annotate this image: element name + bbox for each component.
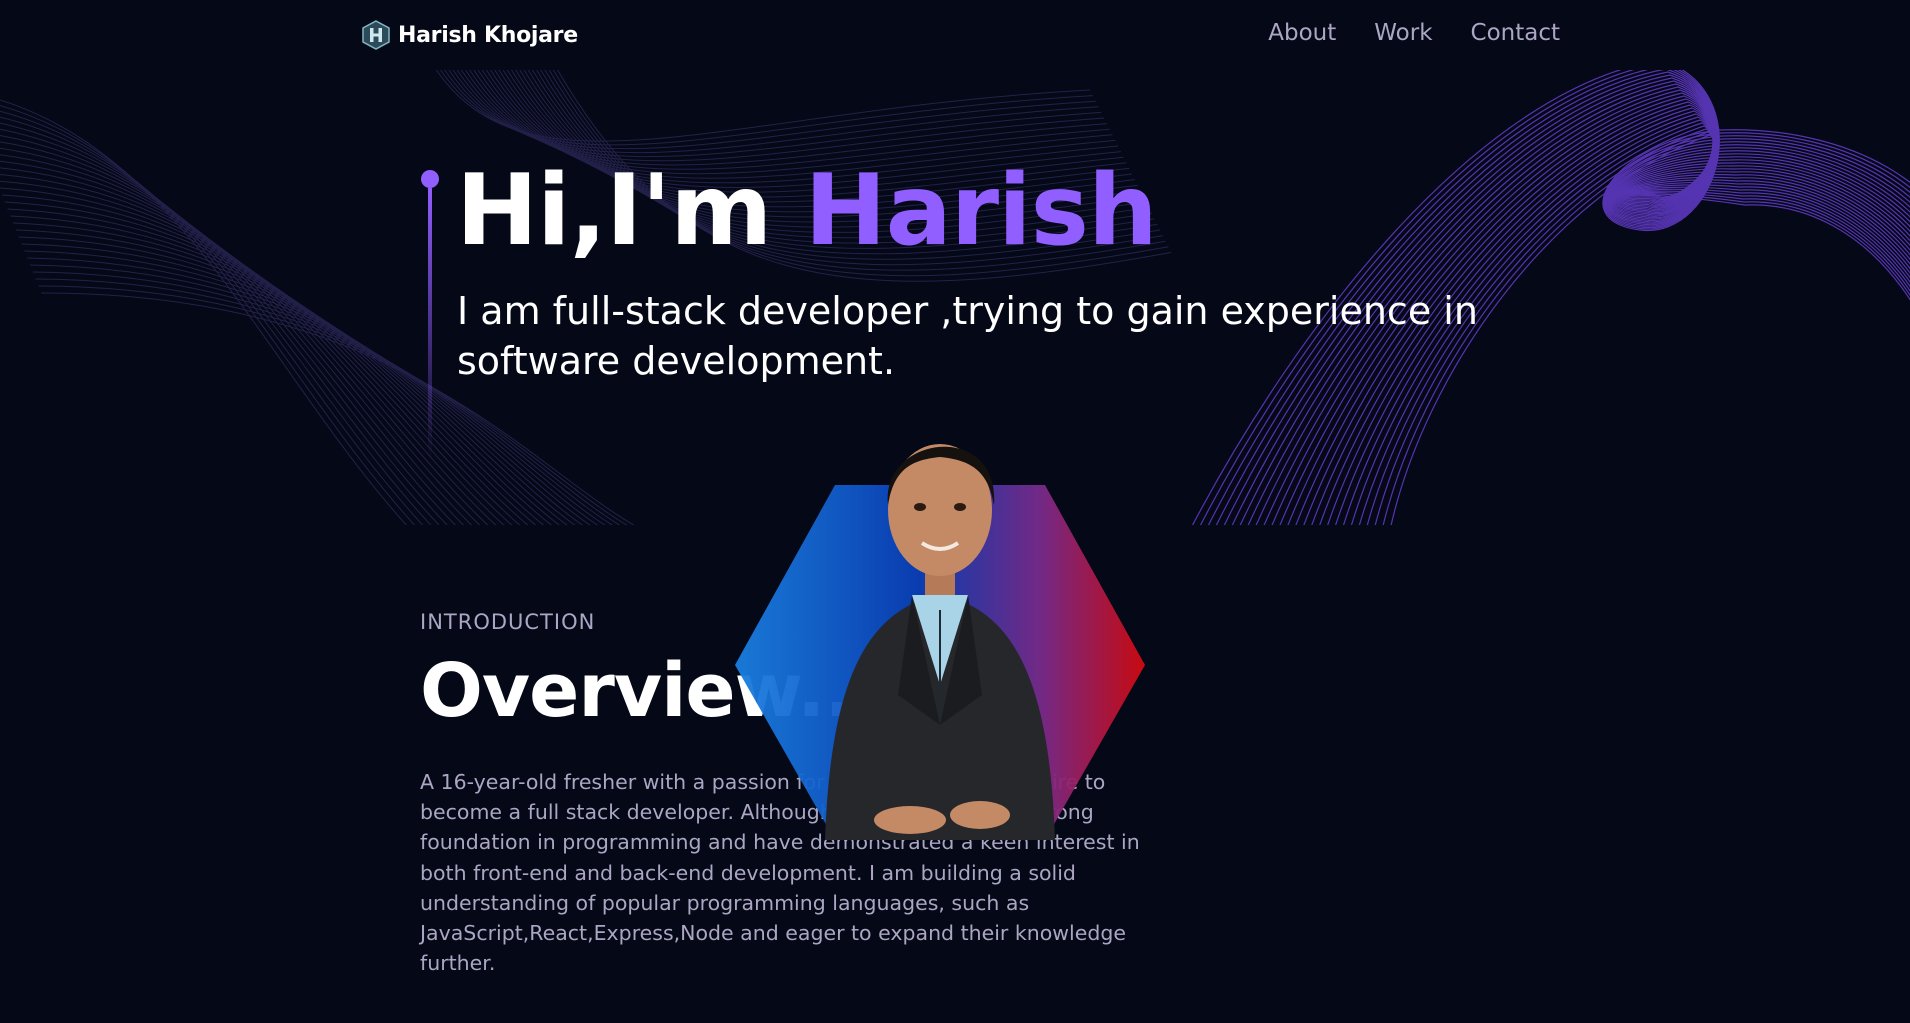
accent-dot xyxy=(421,170,439,188)
hero-title: Hi,I'm Harish xyxy=(456,154,1158,268)
navbar: Harish Khojare About Work Contact xyxy=(0,0,1910,70)
brand-link[interactable]: Harish Khojare xyxy=(362,20,578,50)
brand-name: Harish Khojare xyxy=(398,22,578,48)
nav-link-contact[interactable]: Contact xyxy=(1471,20,1560,46)
hero-title-name: Harish xyxy=(804,154,1158,268)
nav-link-about[interactable]: About xyxy=(1268,20,1336,46)
nav-link-work[interactable]: Work xyxy=(1374,20,1432,46)
section-label: INTRODUCTION xyxy=(420,610,596,634)
logo-hex-icon xyxy=(362,20,390,50)
hero-subtitle: I am full-stack developer ,trying to gai… xyxy=(457,289,1478,383)
nav-links: About Work Contact xyxy=(1268,20,1560,46)
hero-title-prefix: Hi,I'm xyxy=(456,154,805,268)
accent-line xyxy=(428,188,432,460)
portrait-photo xyxy=(735,444,1145,840)
